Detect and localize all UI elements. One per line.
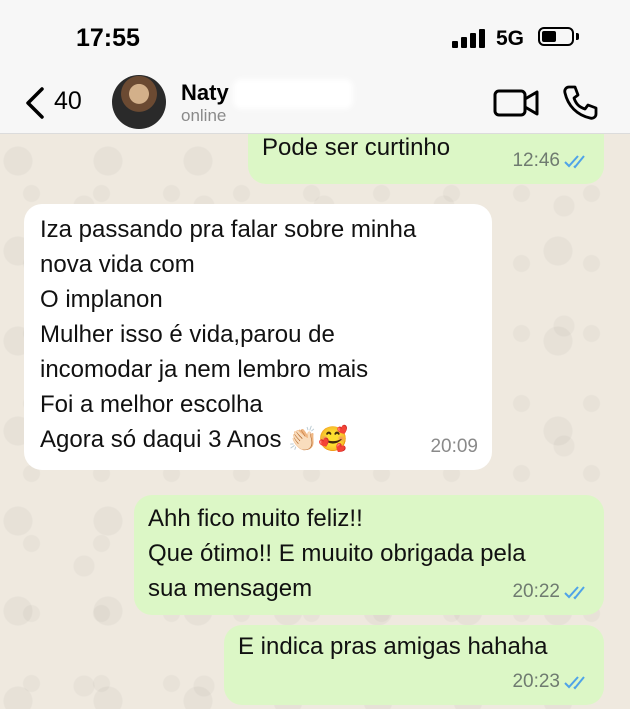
network-type: 5G bbox=[496, 27, 525, 50]
message-time: 12:46 bbox=[512, 150, 560, 171]
double-check-icon bbox=[564, 675, 585, 689]
message-text: Iza passando pra falar sobre minha nova … bbox=[40, 216, 417, 453]
message-outgoing[interactable]: Pode ser curtinho 12:46 bbox=[248, 134, 604, 184]
battery-tip bbox=[576, 33, 579, 40]
message-outgoing[interactable]: E indica pras amigas hahaha 20:23 bbox=[224, 625, 604, 705]
double-check-icon bbox=[564, 585, 585, 599]
status-time: 17:55 bbox=[76, 24, 140, 52]
battery-icon bbox=[538, 27, 574, 46]
message-outgoing[interactable]: Ahh fico muito feliz!! Que ótimo!! E muu… bbox=[134, 495, 604, 615]
message-text: Ahh fico muito feliz!! Que ótimo!! E muu… bbox=[148, 505, 526, 602]
message-time: 20:23 bbox=[512, 671, 560, 692]
contact-name[interactable]: Naty bbox=[181, 80, 229, 106]
status-bar: 17:55 5G bbox=[0, 0, 630, 75]
unread-count[interactable]: 40 bbox=[54, 87, 82, 116]
message-meta: 12:46 bbox=[512, 143, 590, 178]
contact-status: online bbox=[181, 106, 227, 125]
signal-icon bbox=[452, 28, 488, 48]
message-meta: 20:22 bbox=[512, 574, 590, 609]
message-time: 20:09 bbox=[430, 436, 478, 457]
chat-header: 40 Naty online bbox=[0, 75, 630, 134]
message-time: 20:22 bbox=[512, 581, 560, 602]
message-meta: 20:23 bbox=[512, 664, 590, 699]
message-text: Pode ser curtinho bbox=[262, 134, 451, 161]
message-meta: 20:09 bbox=[430, 429, 478, 464]
name-redaction bbox=[233, 79, 353, 109]
message-text: E indica pras amigas hahaha bbox=[238, 633, 548, 660]
phone-icon[interactable] bbox=[560, 83, 600, 123]
chat-area[interactable]: Pode ser curtinho 12:46 Iza passando pra… bbox=[0, 134, 630, 709]
double-check-icon bbox=[564, 154, 585, 168]
chevron-left-icon[interactable] bbox=[18, 83, 58, 123]
video-camera-icon[interactable] bbox=[492, 85, 540, 121]
avatar[interactable] bbox=[112, 75, 166, 129]
message-incoming[interactable]: Iza passando pra falar sobre minha nova … bbox=[24, 204, 492, 470]
